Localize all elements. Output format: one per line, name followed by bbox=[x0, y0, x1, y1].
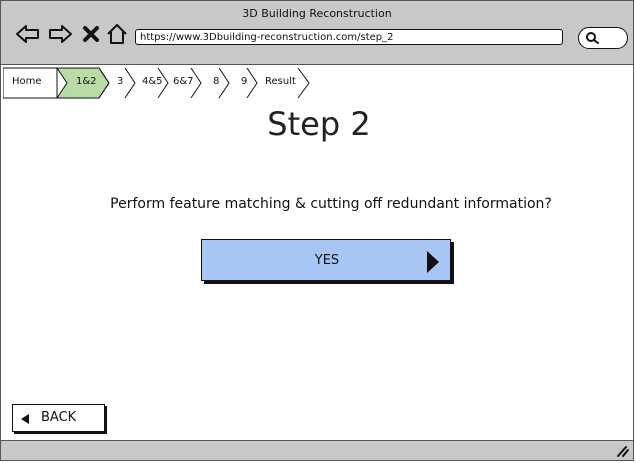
search-box[interactable] bbox=[578, 27, 628, 49]
page-title: Step 2 bbox=[267, 105, 371, 143]
breadcrumb-result[interactable]: Result bbox=[265, 76, 296, 87]
question-text: Perform feature matching & cutting off r… bbox=[110, 196, 552, 212]
back-arrow-icon[interactable] bbox=[15, 23, 41, 45]
breadcrumb-step-8[interactable]: 8 bbox=[213, 76, 219, 87]
forward-arrow-icon[interactable] bbox=[47, 23, 73, 45]
back-triangle-icon bbox=[21, 414, 29, 424]
title-bar: 3D Building Reconstruction https://www.3… bbox=[1, 1, 633, 65]
back-button[interactable]: BACK bbox=[12, 404, 105, 432]
breadcrumb-home[interactable]: Home bbox=[12, 76, 42, 87]
url-text: https://www.3Dbuilding-reconstruction.co… bbox=[140, 32, 394, 43]
breadcrumb: Home 1&2 3 4&5 6&7 8 9 Result bbox=[3, 67, 363, 99]
breadcrumb-step-9[interactable]: 9 bbox=[241, 76, 247, 87]
yes-button[interactable]: YES bbox=[201, 239, 451, 281]
status-bar bbox=[1, 440, 633, 460]
window-title: 3D Building Reconstruction bbox=[242, 7, 392, 20]
close-x-icon[interactable] bbox=[81, 23, 101, 45]
resize-grip-icon[interactable] bbox=[615, 445, 629, 457]
browser-window: 3D Building Reconstruction https://www.3… bbox=[0, 0, 634, 461]
url-bar[interactable]: https://www.3Dbuilding-reconstruction.co… bbox=[135, 29, 563, 45]
search-icon bbox=[586, 32, 599, 44]
yes-button-label: YES bbox=[314, 253, 340, 268]
breadcrumb-step-4-5[interactable]: 4&5 bbox=[142, 76, 163, 87]
play-arrow-icon bbox=[427, 251, 439, 273]
breadcrumb-step-1-2[interactable]: 1&2 bbox=[76, 76, 97, 87]
breadcrumb-step-3[interactable]: 3 bbox=[117, 76, 123, 87]
breadcrumb-step-6-7[interactable]: 6&7 bbox=[173, 76, 194, 87]
back-button-label: BACK bbox=[41, 410, 77, 425]
home-icon[interactable] bbox=[105, 23, 129, 45]
